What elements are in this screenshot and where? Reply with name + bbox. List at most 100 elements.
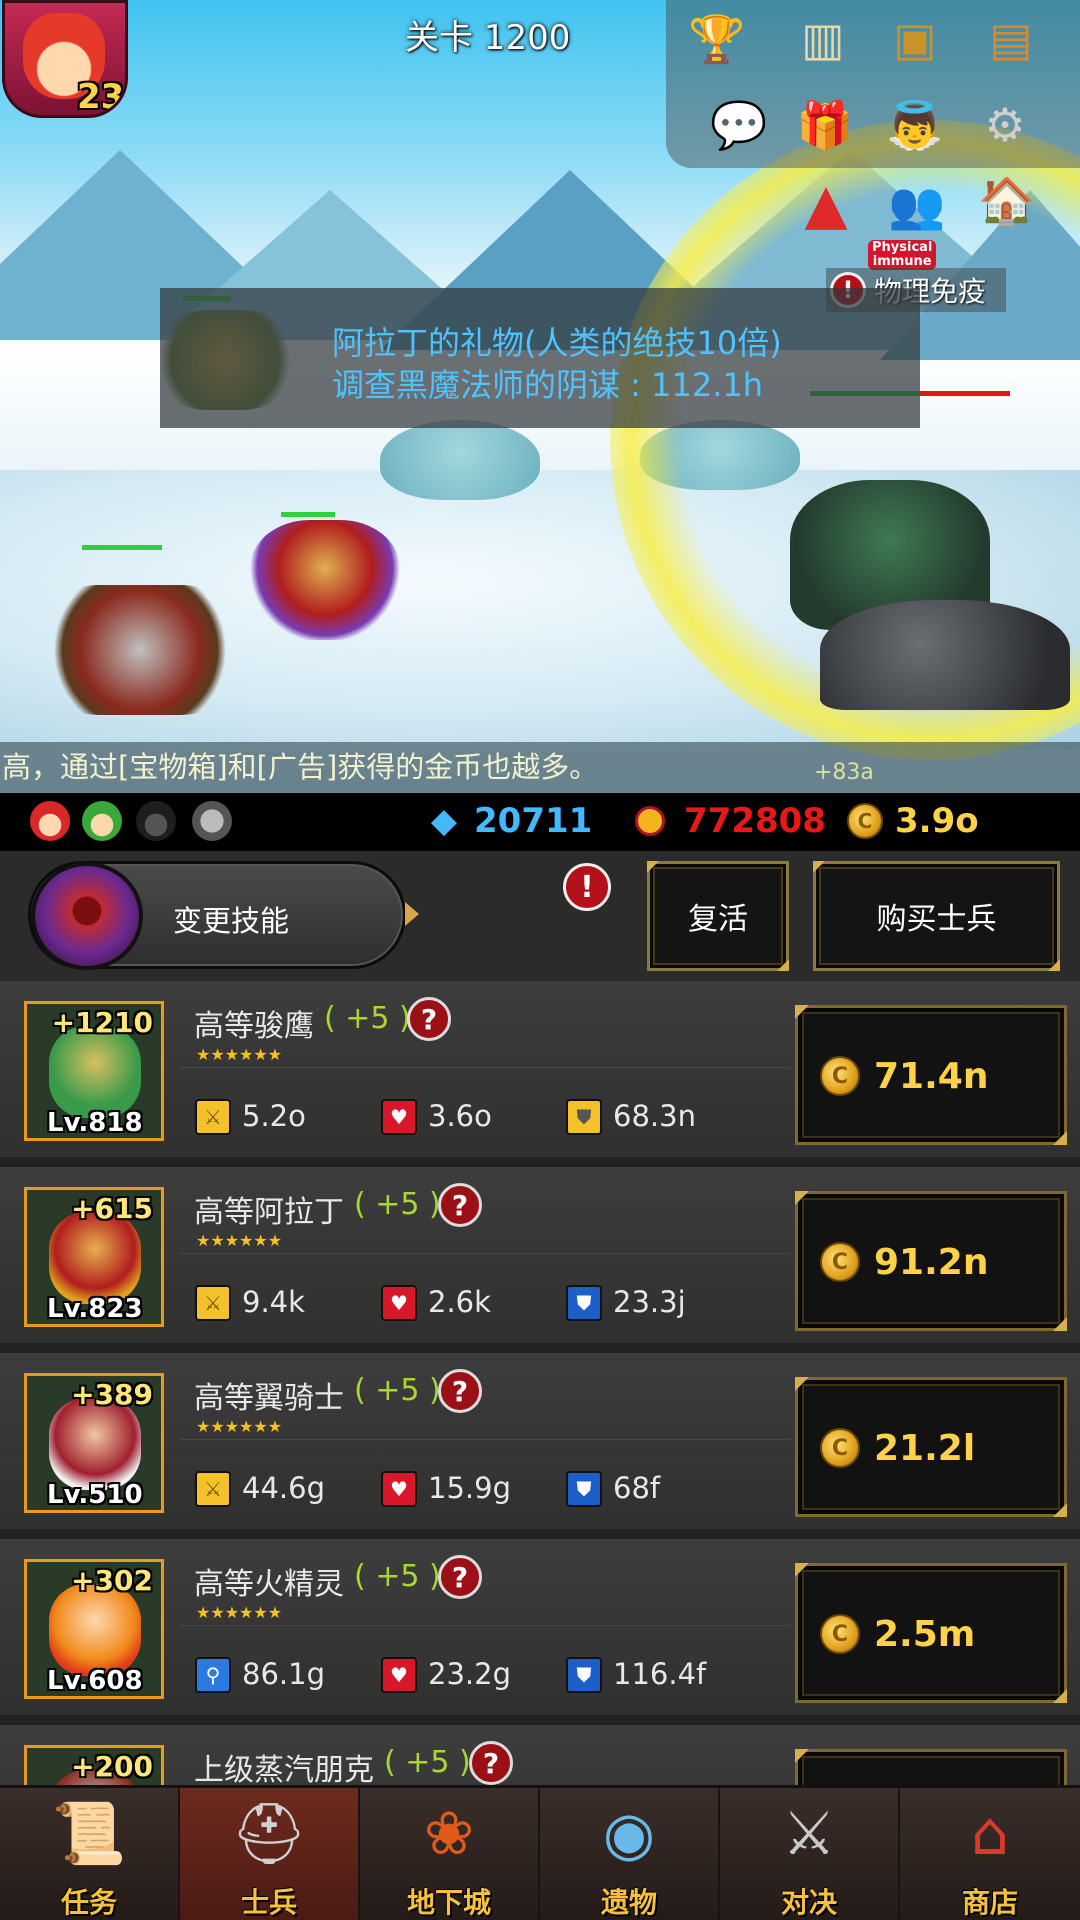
upgrade-price: 91.2n [874,1242,989,1283]
crystal-orb-icon: ◉ [602,1799,656,1869]
info-ticker: 高，通过[宝物箱]和[广告]获得的金币也越多。 [0,742,1080,793]
gold-shield-icon: ⛊ [566,1099,602,1135]
unit-bonus: +302 [71,1564,153,1597]
knight-helmet-book-icon[interactable]: ▣ [884,8,946,70]
unit-plus: ( +5 ) [354,1187,441,1222]
monster-plant-icon: ❀ [423,1799,475,1869]
skill-orb-icon [31,862,143,970]
angel-icon[interactable]: 👼 [884,94,946,156]
upgrade-price-button[interactable]: C 91.2n [795,1191,1067,1331]
unit-hp-bar [281,512,335,517]
gem-count: 20711 [474,801,593,841]
attack-value: 44.6g [242,1471,325,1505]
soldier-helmet-icon: ⛑ [230,1799,308,1869]
medal-count: 772808 [684,801,826,841]
upgrade-price: 2.5m [874,1614,976,1655]
gold-coin-icon: C [820,1242,860,1282]
unit-stars: ★★★★★★ [196,1231,283,1250]
defense-value: 23.3j [613,1285,686,1319]
medal-icon [630,801,670,841]
defense-value: 68.3n [613,1099,696,1133]
heart-icon: ♥ [381,1099,417,1135]
health-value: 3.6o [428,1099,492,1133]
tab-dungeon[interactable]: ❀ 地下城 [360,1788,540,1920]
upgrade-price-button[interactable]: C 2.5m [795,1563,1067,1703]
heart-icon: ♥ [381,1285,417,1321]
chat-bubble-icon[interactable]: 💬 [708,94,770,156]
help-icon[interactable]: ? [469,1741,513,1785]
defense-value: 68f [613,1471,661,1505]
settings-gear-icon[interactable]: ⚙ [974,94,1036,156]
hero-avatar[interactable]: 23 [2,0,128,118]
upgrade-price-button[interactable]: C 71.4n [795,1005,1067,1145]
unit-name: 高等火精灵 [194,1567,344,1602]
unit-list[interactable]: +1210 Lv.818 高等骏鹰 ( +5 ) ? ★★★★★★ ⚔ 5.2o… [0,981,1080,1785]
tab-quest[interactable]: 📜 任务 [0,1788,180,1920]
trophy-icon[interactable]: 🏆 [686,8,748,70]
unit-hp-bar [82,545,162,550]
unit-portrait[interactable]: +615 Lv.823 [24,1187,164,1327]
battle-scene: 23 关卡 1200 🏆 ▥ ▣ ▤ 💬 🎁 👼 ⚙ ▲ 👥 🏠 Physica… [0,0,1080,793]
help-icon[interactable]: ? [438,1183,482,1227]
currency-bar: ◆ 20711 772808 C 3.9o [0,793,1080,851]
tab-label: 商店 [961,1886,1018,1919]
aladdin-portrait [49,1212,141,1304]
change-skill-button[interactable]: 变更技能 [28,861,419,970]
gold-count: 3.9o [895,801,979,841]
physical-immune-badge: Physical immune [868,240,937,270]
upgrade-price-button[interactable]: C 21.2l [795,1377,1067,1517]
gold-coin-icon: C [845,801,885,841]
wing-knight-portrait [49,1398,141,1490]
unit-level: Lv.823 [47,1294,143,1324]
health-value: 23.2g [428,1657,511,1691]
help-icon[interactable]: ? [438,1369,482,1413]
unit-name: 高等骏鹰 [194,1009,314,1044]
unit-bonus: +389 [71,1378,153,1411]
health-value: 2.6k [428,1285,491,1319]
revive-button[interactable]: 复活 [647,861,789,971]
aladdin-unit [250,520,400,640]
defense-value: 116.4f [613,1657,707,1691]
unit-portrait[interactable]: +389 Lv.510 [24,1373,164,1513]
hero-green-icon[interactable] [82,801,122,841]
hero-red-icon[interactable] [30,801,70,841]
revive-label: 复活 [688,902,748,937]
tab-shop[interactable]: ⌂ 商店 [900,1788,1080,1920]
buy-soldier-button[interactable]: 购买士兵 [813,861,1060,971]
health-value: 15.9g [428,1471,511,1505]
tab-label: 遗物 [600,1886,657,1919]
tab-label: 士兵 [240,1886,297,1919]
mailbox-house-icon[interactable]: 🏠 [976,170,1038,232]
hippogriff-portrait [49,1026,141,1118]
unit-level: Lv.510 [47,1480,143,1510]
unit-portrait[interactable]: +1210 Lv.818 [24,1001,164,1141]
unit-plus: ( +5 ) [384,1745,471,1780]
upgrade-price-button[interactable] [795,1749,1067,1785]
hero-dark-icon[interactable] [136,801,176,841]
bottom-tab-bar: 📜 任务 ⛑ 士兵 ❀ 地下城 ◉ 遗物 ⚔ 对决 ⌂ 商店 [0,1785,1080,1920]
arrow-up-triangle-icon[interactable]: ▲ [795,174,857,236]
gold-coin-icon: C [820,1056,860,1096]
unit-level: Lv.818 [47,1108,143,1138]
steampunk-unit [40,585,240,715]
rock-pile [820,600,1070,710]
quest-panel[interactable]: 阿拉丁的礼物(人类的绝技10倍) 调查黑魔法师的阴谋 : 112.1h [160,288,920,428]
ranking-podium-icon[interactable]: ▥ [792,8,854,70]
gold-gain-text: +83a [814,760,874,785]
unit-stars: ★★★★★★ [196,1045,283,1064]
gold-coin-icon: C [820,1428,860,1468]
help-icon[interactable]: ? [438,1555,482,1599]
help-icon[interactable]: ? [407,997,451,1041]
unit-portrait[interactable]: +200 [24,1745,164,1785]
tab-soldiers[interactable]: ⛑ 士兵 [180,1788,360,1920]
alert-icon[interactable]: ! [563,863,611,911]
unit-portrait[interactable]: +302 Lv.608 [24,1559,164,1699]
tab-relics[interactable]: ◉ 遗物 [540,1788,720,1920]
hero-robot-icon[interactable] [192,801,232,841]
sword-book-icon[interactable]: ▤ [980,8,1042,70]
unit-bonus: +1210 [51,1006,153,1039]
gift-box-icon[interactable]: 🎁 [794,94,856,156]
players-icon[interactable]: 👥 [886,174,948,236]
tab-duel[interactable]: ⚔ 对决 [720,1788,900,1920]
immune-badge-line2: immune [872,254,932,269]
